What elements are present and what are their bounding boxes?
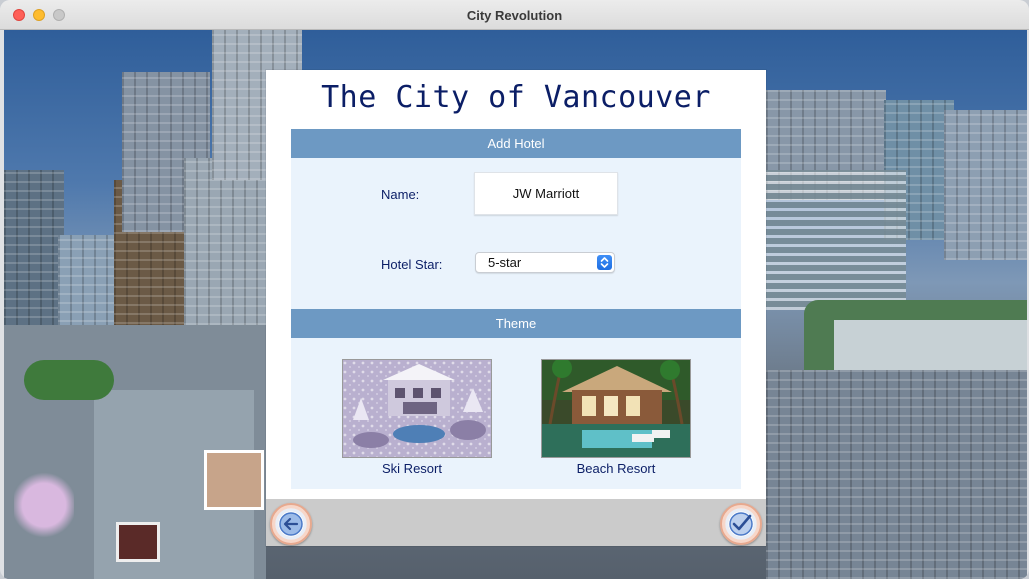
back-button[interactable]	[270, 503, 312, 545]
dialog-title: The City of Vancouver	[321, 80, 711, 115]
add-hotel-dialog: The City of Vancouver Add Hotel Name: JW…	[266, 70, 766, 546]
chevron-up-down-icon	[597, 255, 612, 270]
theme-panel: Theme Ski Resort Beach Resort	[291, 309, 741, 489]
ski-resort-image[interactable]	[342, 359, 492, 458]
ski-resort-label: Ski Resort	[382, 461, 442, 476]
hotel-star-label: Hotel Star:	[381, 257, 443, 272]
hotel-star-value: 5-star	[488, 255, 522, 270]
add-hotel-panel: Add Hotel Name: JW Marriott Hotel Star: …	[291, 129, 741, 309]
dialog-footer	[266, 499, 766, 546]
title-bar: City Revolution	[0, 0, 1029, 30]
hotel-star-select[interactable]: 5-star	[475, 252, 615, 273]
theme-header: Theme	[291, 309, 741, 338]
confirm-button[interactable]	[720, 503, 762, 545]
add-hotel-header: Add Hotel	[291, 129, 741, 158]
name-label: Name:	[381, 187, 420, 202]
app-window: City Revolution The City of Vancouver Ad…	[0, 0, 1029, 579]
window-title: City Revolution	[466, 8, 563, 23]
hotel-name-input[interactable]: JW Marriott	[474, 172, 618, 215]
beach-resort-image[interactable]	[541, 359, 691, 458]
beach-resort-label: Beach Resort	[576, 461, 656, 476]
